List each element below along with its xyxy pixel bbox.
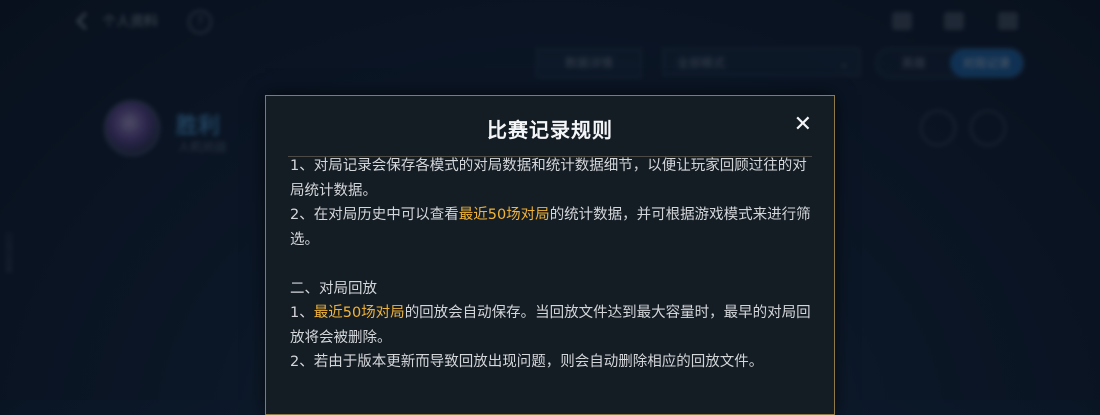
highlight-text: 最近50场对局 bbox=[458, 207, 550, 223]
rule-paragraph: 2、在对局历史中可以查看最近50场对局的统计数据，并可根据游戏模式来进行筛选。 bbox=[290, 207, 811, 248]
dialog-content: 1、对局记录会保存各模式的对局数据和统计数据细节，以便让玩家回顾过往的对局统计数… bbox=[290, 154, 812, 375]
highlight-text: 最近50场对局 bbox=[313, 305, 405, 321]
rule-paragraph: 1、对局记录会保存各模式的对局数据和统计数据细节，以便让玩家回顾过往的对局统计数… bbox=[290, 158, 807, 199]
section-heading: 二、对局回放 bbox=[290, 280, 377, 297]
rules-dialog: 比赛记录规则 ✕ 1、对局记录会保存各模式的对局数据和统计数据细节，以便让玩家回… bbox=[265, 95, 835, 415]
rule-paragraph: 2、若由于版本更新而导致回放出现问题，则会自动删除相应的回放文件。 bbox=[290, 354, 764, 370]
dialog-title: 比赛记录规则 bbox=[487, 118, 613, 142]
close-icon[interactable]: ✕ bbox=[794, 112, 812, 138]
rule-paragraph: 1、最近50场对局的回放会自动保存。当回放文件达到最大容量时，最早的对局回放将会… bbox=[290, 305, 811, 346]
